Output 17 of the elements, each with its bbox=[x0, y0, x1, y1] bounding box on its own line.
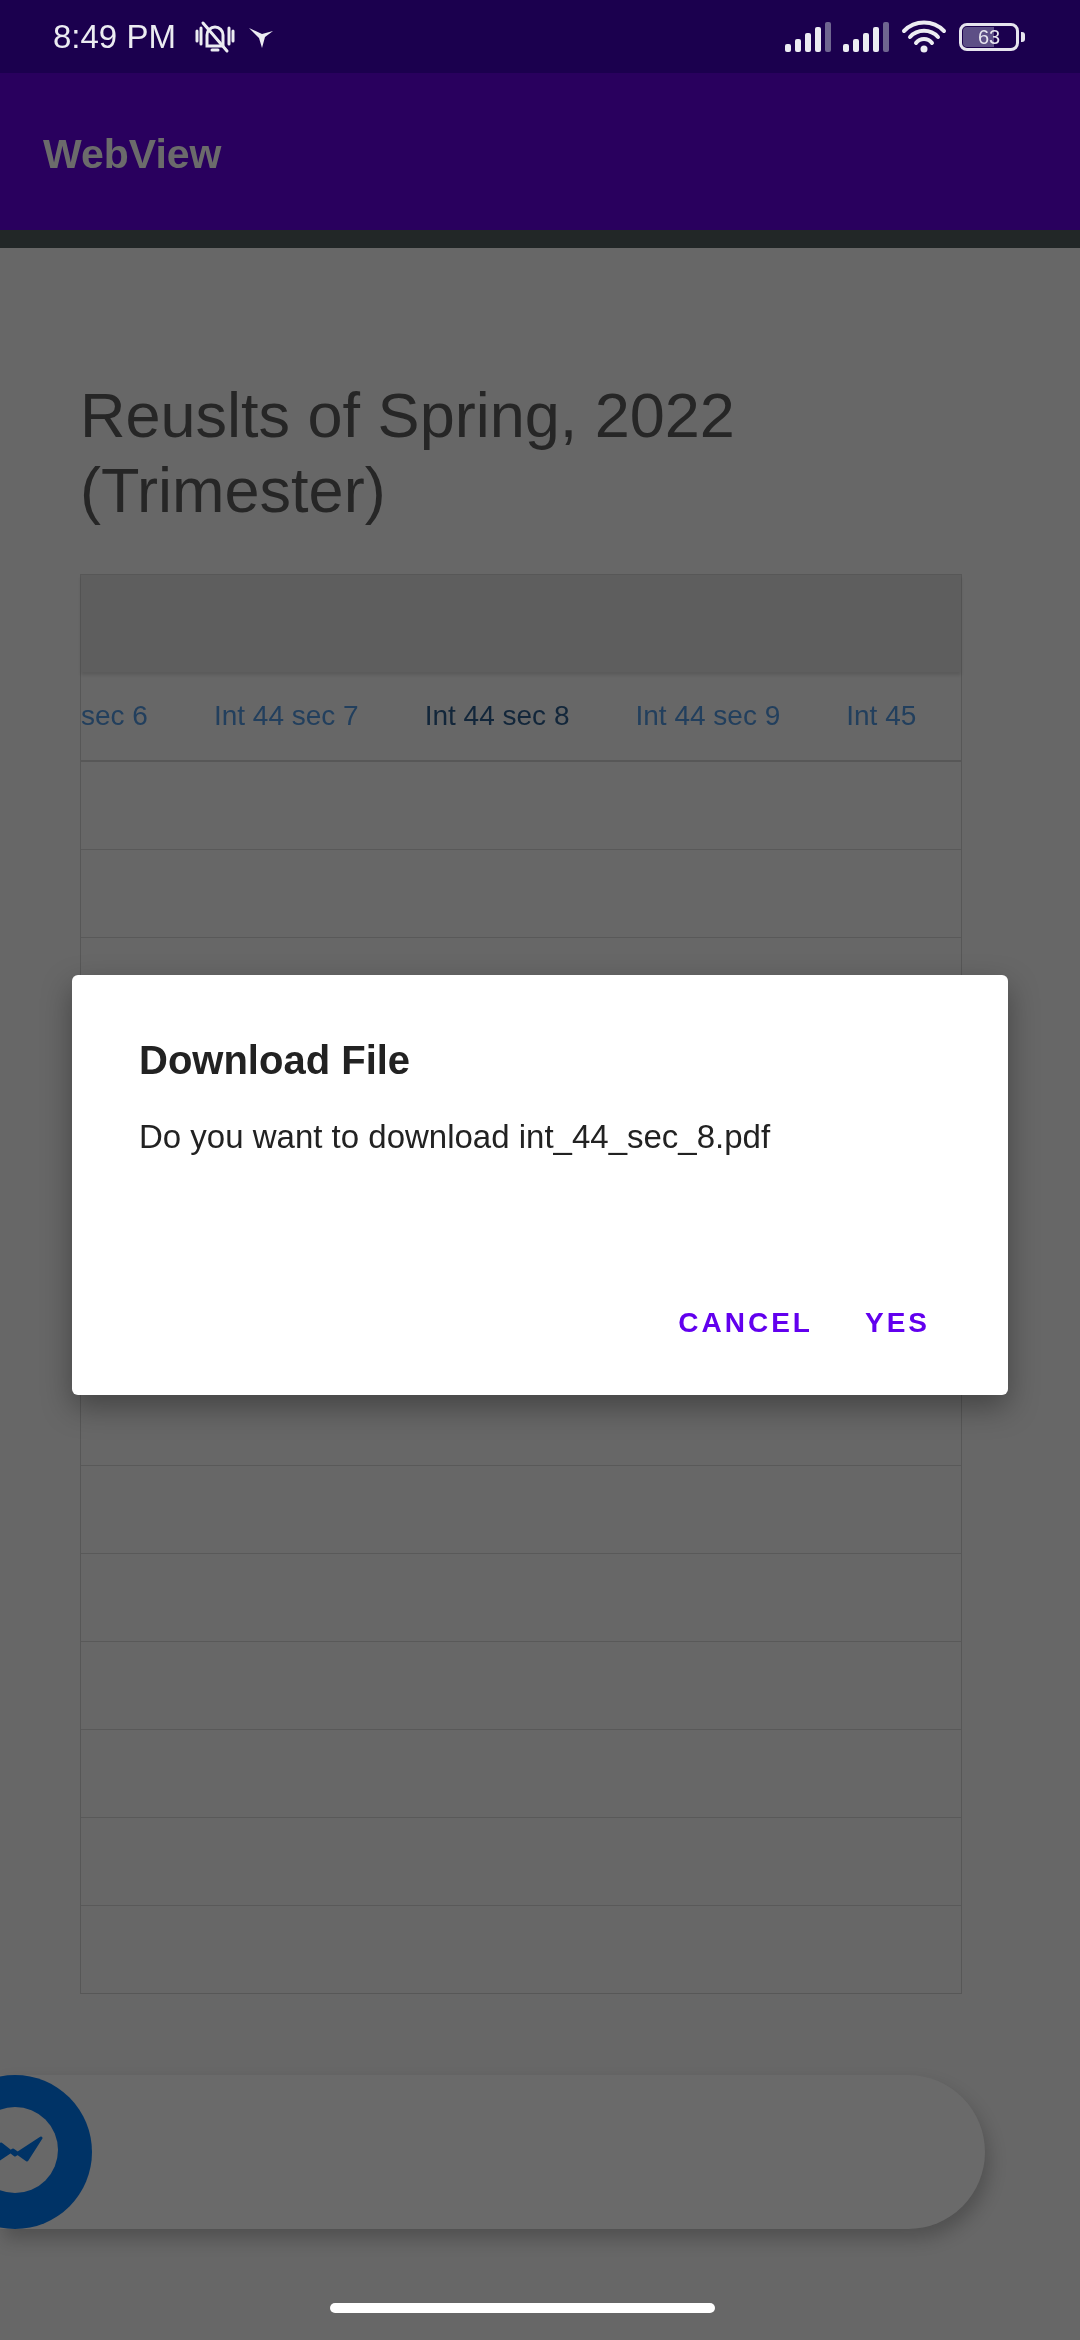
chat-bubble-icon[interactable] bbox=[0, 2075, 92, 2229]
column-link[interactable]: Int 45 bbox=[846, 700, 917, 732]
signal-icon bbox=[785, 21, 831, 52]
battery-indicator: 63 bbox=[959, 22, 1025, 51]
column-link[interactable]: Int 44 sec 7 bbox=[213, 700, 359, 732]
column-link[interactable]: Int 44 sec 8 bbox=[424, 700, 570, 732]
column-link[interactable]: sec 6 bbox=[81, 700, 148, 732]
status-time: 8:49 PM bbox=[53, 17, 176, 56]
column-link[interactable]: Int 44 sec 9 bbox=[635, 700, 781, 732]
dialog-button[interactable]: YES bbox=[856, 1293, 938, 1353]
dialog-button[interactable]: CANCEL bbox=[670, 1293, 821, 1353]
app-title: WebView bbox=[43, 131, 222, 178]
page-heading: Reuslts of Spring, 2022 (Trimester) bbox=[80, 379, 736, 527]
signal-icon bbox=[843, 21, 889, 52]
wifi-icon bbox=[901, 19, 947, 54]
dialog-message: Do you want to download int_44_sec_8.pdf bbox=[139, 1117, 772, 1157]
dialog-title: Download File bbox=[139, 1037, 412, 1084]
